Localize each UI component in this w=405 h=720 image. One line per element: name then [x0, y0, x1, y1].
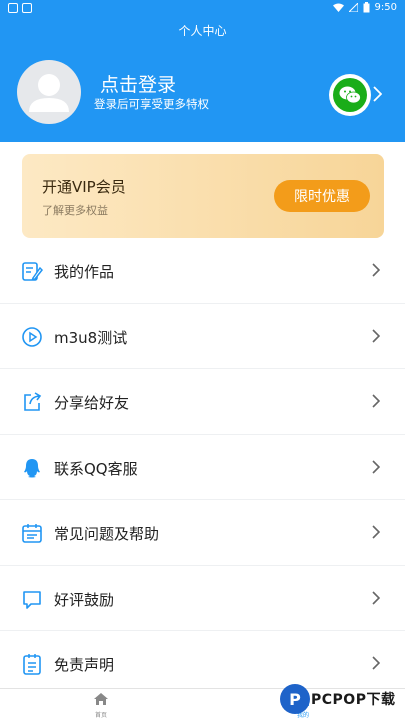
calendar-icon	[22, 524, 42, 543]
nav-home[interactable]: 首页	[90, 691, 112, 719]
document-icon	[23, 654, 41, 675]
vip-promo-button[interactable]: 限时优惠	[274, 180, 370, 212]
status-time: 9:50	[374, 2, 397, 13]
chevron-right-icon	[372, 328, 380, 343]
menu-item-label: 免责声明	[54, 656, 115, 674]
menu-item-label: 常见问题及帮助	[54, 525, 160, 543]
menu-item-qq-support[interactable]: 联系QQ客服	[0, 435, 405, 500]
chevron-right-icon	[372, 459, 380, 474]
menu-item-label: 分享给好友	[54, 394, 130, 412]
status-bar: 9:50	[0, 0, 405, 18]
edit-icon	[22, 262, 43, 281]
chevron-right-icon	[372, 525, 380, 539]
share-icon	[24, 392, 42, 411]
notification-icon	[8, 3, 18, 13]
login-subtitle: 登录后可享受更多特权	[94, 97, 209, 111]
menu-item-m3u8-test[interactable]: m3u8测试	[0, 304, 405, 369]
menu-item-label: 我的作品	[54, 263, 115, 281]
chevron-right-icon	[372, 590, 380, 605]
menu-item-rate-us[interactable]: 好评鼓励	[0, 566, 405, 631]
page-title: 个人中心	[178, 24, 227, 38]
qq-icon	[24, 458, 40, 477]
menu-item-share[interactable]: 分享给好友	[0, 369, 405, 435]
avatar[interactable]	[17, 60, 81, 124]
pcpop-logo: P	[280, 684, 310, 714]
chevron-right-icon[interactable]	[373, 86, 382, 102]
chevron-right-icon	[372, 263, 380, 277]
home-icon	[94, 693, 108, 705]
notification-icon	[22, 3, 32, 13]
battery-icon	[363, 2, 370, 13]
comment-icon	[23, 590, 41, 609]
signal-icon	[348, 3, 358, 12]
default-avatar-icon	[29, 74, 69, 112]
watermark-text: PCPOP下载	[311, 692, 396, 708]
menu-item-my-works[interactable]: 我的作品	[0, 238, 405, 304]
menu-item-label: 好评鼓励	[54, 590, 115, 609]
menu-list: 我的作品 m3u8测试 分享给好友 联系QQ客服 常见问题及帮助 好评鼓励 免责…	[0, 238, 405, 697]
wechat-icon	[339, 86, 361, 104]
menu-item-label: 联系QQ客服	[54, 459, 138, 478]
menu-item-label: m3u8测试	[54, 328, 128, 347]
vip-title: 开通VIP会员	[42, 178, 126, 196]
vip-subtitle: 了解更多权益	[42, 204, 108, 217]
vip-banner[interactable]: 开通VIP会员 了解更多权益 限时优惠	[22, 154, 384, 238]
nav-home-label: 首页	[94, 712, 107, 719]
play-icon	[22, 326, 42, 347]
login-title[interactable]: 点击登录	[100, 70, 176, 97]
chevron-right-icon	[372, 656, 380, 670]
menu-item-faq[interactable]: 常见问题及帮助	[0, 500, 405, 566]
pcpop-watermark: P PCPOP下载	[278, 683, 403, 719]
wechat-login-button[interactable]	[329, 74, 371, 116]
wifi-icon	[332, 3, 344, 12]
chevron-right-icon	[372, 394, 380, 408]
header: 9:50 个人中心 点击登录 登录后可享受更多特权	[0, 0, 405, 142]
